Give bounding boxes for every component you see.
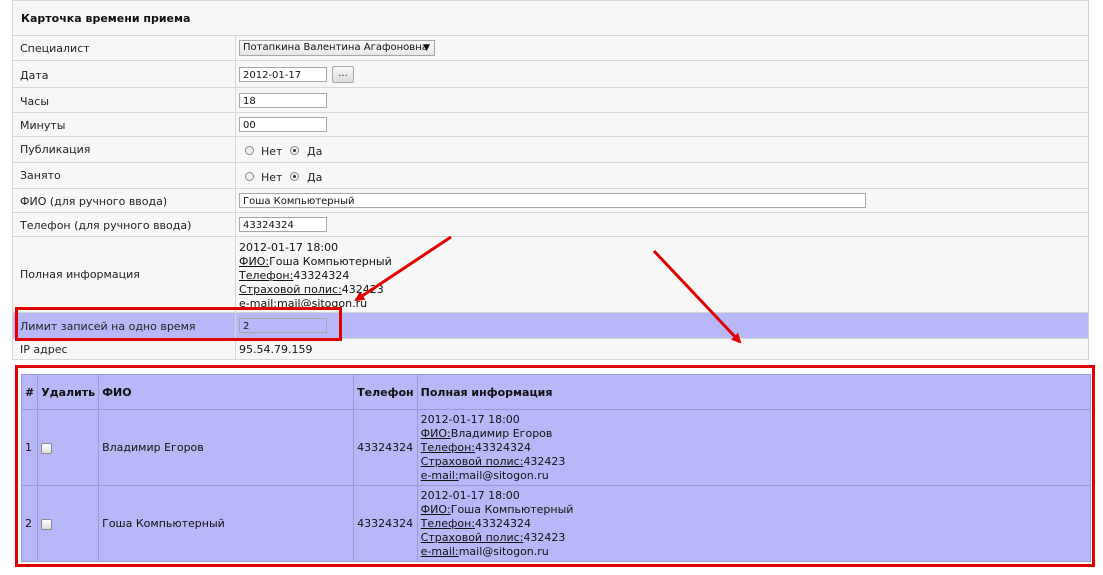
arrow-to-table xyxy=(652,249,742,344)
arrow-to-limit xyxy=(354,235,452,302)
annotation-arrows xyxy=(354,235,742,344)
